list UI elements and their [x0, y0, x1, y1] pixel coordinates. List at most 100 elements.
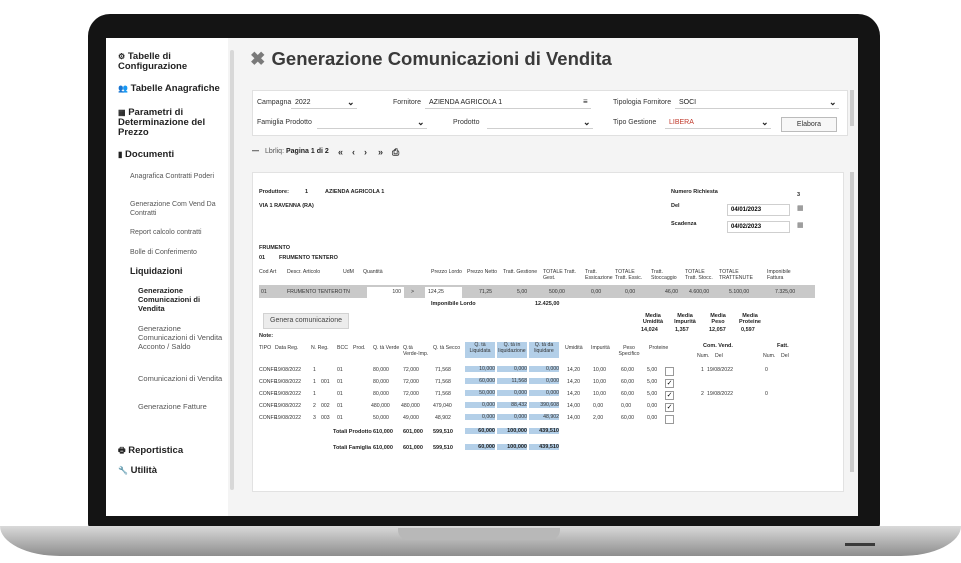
sidebar-scrollbar[interactable]: [230, 50, 234, 490]
cell: 60,00: [621, 415, 634, 421]
filters-scrollbar[interactable]: [850, 90, 854, 126]
collapse-icon[interactable]: —: [252, 148, 259, 155]
page-title: ✖ Generazione Comunicazioni di Vendita: [250, 48, 612, 69]
famiglia-select[interactable]: [317, 116, 427, 129]
media-proteine-value: 0,597: [741, 327, 755, 333]
cell: 5,00: [517, 289, 528, 295]
cell: 599,510: [433, 445, 453, 451]
cell: 71,568: [435, 367, 451, 373]
pager: — Lbrliq: Pagina 1 di 2: [252, 148, 329, 155]
sidebar-item-generazione-acconto-saldo[interactable]: Generazione Comunicazioni di Vendita Acc…: [138, 324, 224, 351]
media-peso-label: Media Peso: [710, 313, 726, 325]
col-header: TOTALE Tratt. Stocc.: [685, 269, 713, 281]
cell: 72,000: [403, 391, 419, 397]
cell: 2,00: [593, 415, 604, 421]
produttore-name: AZIENDA AGRICOLA 1: [325, 189, 385, 195]
col-header: Quantità: [363, 269, 383, 275]
users-icon: 👥: [118, 84, 128, 93]
col-header: Descr. Articolo: [287, 269, 321, 275]
cell: 1: [313, 391, 316, 397]
sidebar-reportistica[interactable]: 🖶 Reportistica: [118, 446, 183, 456]
col-header: TIPO: [259, 345, 272, 351]
row-checkbox[interactable]: [665, 367, 674, 376]
col-header: Del: [781, 353, 789, 359]
scadenza-date-field[interactable]: 04/02/2023: [727, 221, 790, 233]
filters-panel: Campagna 2022 ⌄ Fornitore AZIENDA AGRICO…: [252, 90, 848, 136]
col-header: Tratt. Gestione: [503, 269, 538, 275]
sidebar-documenti[interactable]: ▮ Documenti: [118, 150, 174, 160]
col-header: Q. tà Secco: [433, 345, 461, 351]
media-peso-value: 12,057: [709, 327, 726, 333]
cell: 10,00: [593, 367, 606, 373]
cell: 0,00: [621, 403, 632, 409]
sidebar-tabelle-anagrafiche[interactable]: 👥 Tabelle Anagrafiche: [118, 84, 220, 94]
expand-button[interactable]: >: [411, 289, 414, 295]
cell: 5.100,00: [729, 289, 750, 295]
cell: 01: [337, 367, 343, 373]
cell: TN: [343, 289, 350, 295]
sidebar-liquidazioni[interactable]: Liquidazioni: [130, 266, 183, 276]
tipologia-select[interactable]: [675, 96, 839, 109]
close-icon[interactable]: ✖: [250, 48, 266, 69]
cell: 80,000: [373, 391, 389, 397]
table-row: CONFE 19/08/2022 1 001 01 80,000 72,000 …: [253, 378, 843, 389]
sidebar-utilita[interactable]: 🔧 Utilità: [118, 466, 157, 476]
del-date-field[interactable]: 04/01/2023: [727, 204, 790, 216]
sidebar-item-generazione-com-vend[interactable]: Generazione Com Vend Da Contratti: [130, 200, 222, 218]
prodotto-select[interactable]: [487, 116, 593, 129]
cell: 60,00: [621, 391, 634, 397]
prezzo-lordo-input[interactable]: 124,25: [425, 287, 462, 298]
print-icon: 🖶: [118, 446, 126, 455]
col-header: TOTALE Tratt. Gest.: [543, 269, 576, 281]
cell: 0,00: [591, 289, 602, 295]
sidebar-item-generazione-fatture[interactable]: Generazione Fatture: [138, 402, 224, 411]
sidebar-parametri[interactable]: ▦ Parametri di Determinazione del Prezzo: [118, 108, 228, 138]
row-checkbox[interactable]: [665, 415, 674, 424]
sidebar-tabelle-config[interactable]: ⚙ Tabelle di Configurazione: [118, 52, 228, 72]
cell: 601,000: [403, 429, 423, 435]
col-header: TOTALE TRATTENUTE: [719, 269, 753, 281]
cell: 002: [321, 403, 330, 409]
first-page-icon[interactable]: «: [338, 147, 343, 157]
col-header: Proteine: [649, 345, 669, 351]
cell: 0,00: [593, 403, 604, 409]
table-row: CONFE 19/08/2022 1 01 80,000 72,000 71,5…: [253, 390, 843, 401]
row-checkbox-checked[interactable]: ✓: [665, 403, 674, 412]
sidebar-item-bolle[interactable]: Bolle di Conferimento: [130, 248, 222, 257]
report-scrollbar[interactable]: [850, 172, 854, 472]
cell: 01: [261, 289, 267, 295]
cell: 0,000: [497, 390, 527, 396]
quantity-input[interactable]: 100: [367, 287, 404, 298]
cell: 0,00: [647, 403, 658, 409]
cell: 49,000: [403, 415, 419, 421]
elabora-button[interactable]: Elabora: [781, 117, 837, 132]
produttore-code: 1: [305, 189, 309, 195]
print-icon[interactable]: ⎙: [392, 147, 399, 158]
cell: 480,000: [371, 403, 390, 409]
row-checkbox-checked[interactable]: ✓: [665, 379, 674, 388]
calendar-icon[interactable]: ▦: [797, 221, 804, 229]
cell: 19/08/2022: [275, 367, 301, 373]
menu-icon[interactable]: ≡: [583, 97, 588, 106]
campagna-label: Campagna: [257, 99, 292, 106]
cell: 71,568: [435, 391, 451, 397]
col-header: N. Reg.: [311, 345, 329, 351]
next-page-icon[interactable]: ›: [364, 147, 367, 157]
del-label: Del: [671, 203, 680, 209]
last-page-icon[interactable]: »: [378, 147, 383, 157]
row-checkbox-checked[interactable]: ✓: [665, 391, 674, 400]
cell: 50,000: [373, 415, 389, 421]
cell: 5,00: [647, 379, 658, 385]
cell: 439,510: [529, 444, 559, 450]
sidebar-item-anagrafica-contratti[interactable]: Anagrafica Contratti Poderi: [130, 172, 222, 181]
sidebar-item-comunicazioni-vendita[interactable]: Comunicazioni di Vendita: [138, 374, 224, 383]
sidebar-item-generazione-comunicazioni[interactable]: Generazione Comunicazioni di Vendita: [138, 286, 224, 313]
sidebar-item-report-calcolo[interactable]: Report calcolo contratti: [130, 228, 222, 237]
genera-comunicazione-button[interactable]: Genera comunicazione: [263, 313, 349, 329]
calendar-icon[interactable]: ▦: [797, 204, 804, 212]
col-header: TOTALE Tratt. Essic.: [615, 269, 643, 281]
col-header: Prezzo Lordo: [431, 269, 462, 275]
prev-page-icon[interactable]: ‹: [352, 147, 355, 157]
chevron-down-icon: ⌄: [829, 97, 837, 107]
table-row: CONFE 19/08/2022 1 01 80,000 72,000 71,5…: [253, 366, 843, 377]
